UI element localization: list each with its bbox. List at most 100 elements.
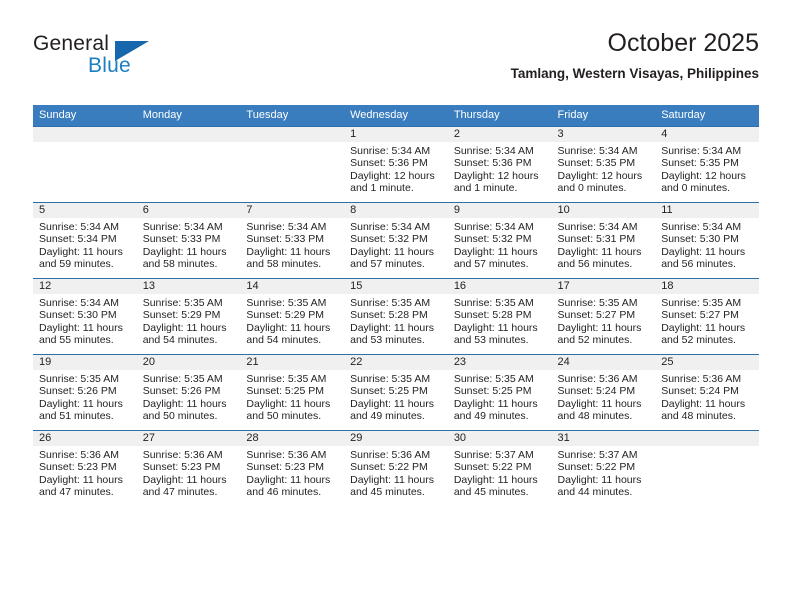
day-number: 18 [655,279,759,294]
calendar-day-cell[interactable]: 17 Sunrise: 5:35 AM Sunset: 5:27 PM Dayligh… [551,278,656,355]
calendar-day-cell[interactable]: 11 Sunrise: 5:34 AM Sunset: 5:30 PM Dayligh… [655,202,759,279]
sunset-text: Sunset: 5:30 PM [39,309,117,322]
calendar-day-cell[interactable]: 26 Sunrise: 5:36 AM Sunset: 5:23 PM Dayligh… [33,430,137,506]
day-details: Sunrise: 5:34 AM Sunset: 5:36 PM Daylight:… [344,142,448,195]
calendar-week-row: 26 Sunrise: 5:36 AM Sunset: 5:23 PM Dayligh… [33,430,759,506]
calendar-day-cell[interactable]: 14 Sunrise: 5:35 AM Sunset: 5:29 PM Dayligh… [240,278,345,355]
calendar-day-cell[interactable]: 9 Sunrise: 5:34 AM Sunset: 5:32 PM Daylight… [447,202,552,279]
calendar-day-cell[interactable]: 27 Sunrise: 5:36 AM Sunset: 5:23 PM Dayligh… [136,430,241,506]
daylight-text-cont: and 56 minutes. [557,258,633,271]
calendar-page: General Blue October 2025 Tamlang, Weste… [0,0,792,612]
weekday-header-thursday: Thursday [447,105,552,127]
sunrise-text: Sunrise: 5:34 AM [142,221,223,233]
sunrise-text: Sunrise: 5:35 AM [142,373,223,385]
calendar-day-cell[interactable]: 7 Sunrise: 5:34 AM Sunset: 5:33 PM Daylight… [240,202,345,279]
sunset-text: Sunset: 5:35 PM [661,157,739,170]
calendar-day-cell[interactable]: 21 Sunrise: 5:35 AM Sunset: 5:25 PM Dayligh… [240,354,345,431]
calendar-day-cell[interactable]: 13 Sunrise: 5:35 AM Sunset: 5:29 PM Dayligh… [136,278,241,355]
sunrise-text: Sunrise: 5:35 AM [246,297,327,309]
calendar-day-cell[interactable]: 19 Sunrise: 5:35 AM Sunset: 5:26 PM Dayligh… [33,354,137,431]
calendar-day-cell[interactable]: 29 Sunrise: 5:36 AM Sunset: 5:22 PM Dayligh… [344,430,448,506]
daylight-text: Daylight: 11 hours [39,321,123,334]
sunrise-text: Sunrise: 5:36 AM [142,449,223,461]
daylight-text: Daylight: 11 hours [557,245,642,258]
day-number [136,127,241,142]
calendar-day-cell[interactable]: 15 Sunrise: 5:35 AM Sunset: 5:28 PM Dayligh… [344,278,448,355]
day-details: Sunrise: 5:35 AM Sunset: 5:28 PM Daylight:… [448,294,552,347]
daylight-text: Daylight: 11 hours [557,321,642,334]
calendar-day-cell[interactable]: 31 Sunrise: 5:37 AM Sunset: 5:22 PM Dayligh… [551,430,656,506]
sunset-text: Sunset: 5:25 PM [453,385,532,398]
calendar-day-cell[interactable]: 18 Sunrise: 5:35 AM Sunset: 5:27 PM Dayligh… [655,278,759,355]
calendar-day-cell[interactable]: 23 Sunrise: 5:35 AM Sunset: 5:25 PM Dayligh… [447,354,552,431]
calendar-day-cell[interactable]: 5 Sunrise: 5:34 AM Sunset: 5:34 PM Daylight… [33,202,137,279]
daylight-text-cont: and 44 minutes. [557,486,633,499]
daylight-text-cont: and 1 minute. [350,182,414,195]
day-number: 30 [447,431,552,446]
weekday-header-monday: Monday [136,105,241,127]
page-subtitle: Tamlang, Western Visayas, Philippines [510,66,759,81]
calendar-day-cell[interactable]: 8 Sunrise: 5:34 AM Sunset: 5:32 PM Daylight… [344,202,448,279]
calendar-day-cell[interactable]: 16 Sunrise: 5:35 AM Sunset: 5:28 PM Dayligh… [447,278,552,355]
daylight-text-cont: and 50 minutes. [142,410,218,423]
calendar-day-cell[interactable]: 25 Sunrise: 5:36 AM Sunset: 5:24 PM Dayligh… [655,354,759,431]
day-number: 11 [655,203,759,218]
day-number: 25 [655,355,759,370]
day-details: Sunrise: 5:36 AM Sunset: 5:24 PM Daylight:… [655,370,759,423]
day-number: 29 [344,431,448,446]
calendar-day-cell[interactable]: 30 Sunrise: 5:37 AM Sunset: 5:22 PM Dayligh… [447,430,552,506]
day-number: 19 [33,355,137,370]
calendar-day-cell[interactable]: 10 Sunrise: 5:34 AM Sunset: 5:31 PM Dayligh… [551,202,656,279]
daylight-text: Daylight: 11 hours [142,321,227,334]
day-details: Sunrise: 5:34 AM Sunset: 5:36 PM Daylight:… [448,142,552,195]
daylight-text-cont: and 1 minute. [453,182,518,195]
day-details: Sunrise: 5:35 AM Sunset: 5:28 PM Daylight:… [344,294,448,347]
general-blue-logo[interactable]: General Blue [33,32,213,88]
sunset-text: Sunset: 5:33 PM [246,233,325,246]
sunrise-text: Sunrise: 5:35 AM [661,297,742,309]
daylight-text: Daylight: 11 hours [453,245,538,258]
sunrise-text: Sunrise: 5:34 AM [350,145,431,157]
calendar-day-cell[interactable]: 1 Sunrise: 5:34 AM Sunset: 5:36 PM Daylight… [344,126,448,203]
daylight-text: Daylight: 12 hours [350,169,435,182]
sunset-text: Sunset: 5:24 PM [557,385,636,398]
daylight-text-cont: and 57 minutes. [350,258,425,271]
sunrise-text: Sunrise: 5:34 AM [661,145,742,157]
calendar-day-cell[interactable]: 3 Sunrise: 5:34 AM Sunset: 5:35 PM Daylight… [551,126,656,203]
sunrise-text: Sunrise: 5:35 AM [557,297,638,309]
day-number: 6 [136,203,241,218]
day-details [33,142,137,145]
day-details: Sunrise: 5:34 AM Sunset: 5:30 PM Daylight:… [655,218,759,271]
title-block: October 2025 Tamlang, Western Visayas, P… [511,28,759,83]
calendar-day-cell[interactable]: 2 Sunrise: 5:34 AM Sunset: 5:36 PM Daylight… [447,126,552,203]
daylight-text-cont: and 59 minutes. [39,258,114,271]
day-details: Sunrise: 5:35 AM Sunset: 5:27 PM Daylight:… [552,294,656,347]
daylight-text: Daylight: 11 hours [142,473,227,486]
daylight-text-cont: and 52 minutes. [557,334,633,347]
brand-name-blue: Blue [88,54,131,77]
daylight-text: Daylight: 11 hours [39,473,123,486]
daylight-text: Daylight: 12 hours [557,169,643,182]
calendar-day-cell[interactable]: 24 Sunrise: 5:36 AM Sunset: 5:24 PM Dayligh… [551,354,656,431]
calendar-day-cell[interactable]: 22 Sunrise: 5:35 AM Sunset: 5:25 PM Dayligh… [344,354,448,431]
day-details: Sunrise: 5:35 AM Sunset: 5:25 PM Daylight:… [240,370,344,423]
sunset-text: Sunset: 5:29 PM [142,309,221,322]
sunrise-text: Sunrise: 5:36 AM [557,373,638,385]
sunset-text: Sunset: 5:36 PM [453,157,532,170]
calendar-day-cell[interactable]: 28 Sunrise: 5:36 AM Sunset: 5:23 PM Dayligh… [240,430,345,506]
calendar-day-cell[interactable]: 12 Sunrise: 5:34 AM Sunset: 5:30 PM Dayligh… [33,278,137,355]
calendar-day-cell[interactable]: 6 Sunrise: 5:34 AM Sunset: 5:33 PM Daylight… [136,202,241,279]
sunrise-text: Sunrise: 5:34 AM [39,297,119,309]
daylight-text-cont: and 47 minutes. [142,486,218,499]
daylight-text-cont: and 45 minutes. [453,486,529,499]
calendar-day-cell[interactable]: 20 Sunrise: 5:35 AM Sunset: 5:26 PM Dayligh… [136,354,241,431]
daylight-text: Daylight: 12 hours [453,169,539,182]
calendar-week-row: 5 Sunrise: 5:34 AM Sunset: 5:34 PM Daylight… [33,202,759,279]
daylight-text: Daylight: 11 hours [39,397,123,410]
daylight-text-cont: and 47 minutes. [39,486,114,499]
weekday-header-sunday: Sunday [33,105,137,127]
day-number: 14 [240,279,345,294]
calendar-day-cell[interactable]: 4 Sunrise: 5:34 AM Sunset: 5:35 PM Daylight… [655,126,759,203]
sunrise-text: Sunrise: 5:35 AM [453,373,534,385]
daylight-text: Daylight: 11 hours [246,397,331,410]
